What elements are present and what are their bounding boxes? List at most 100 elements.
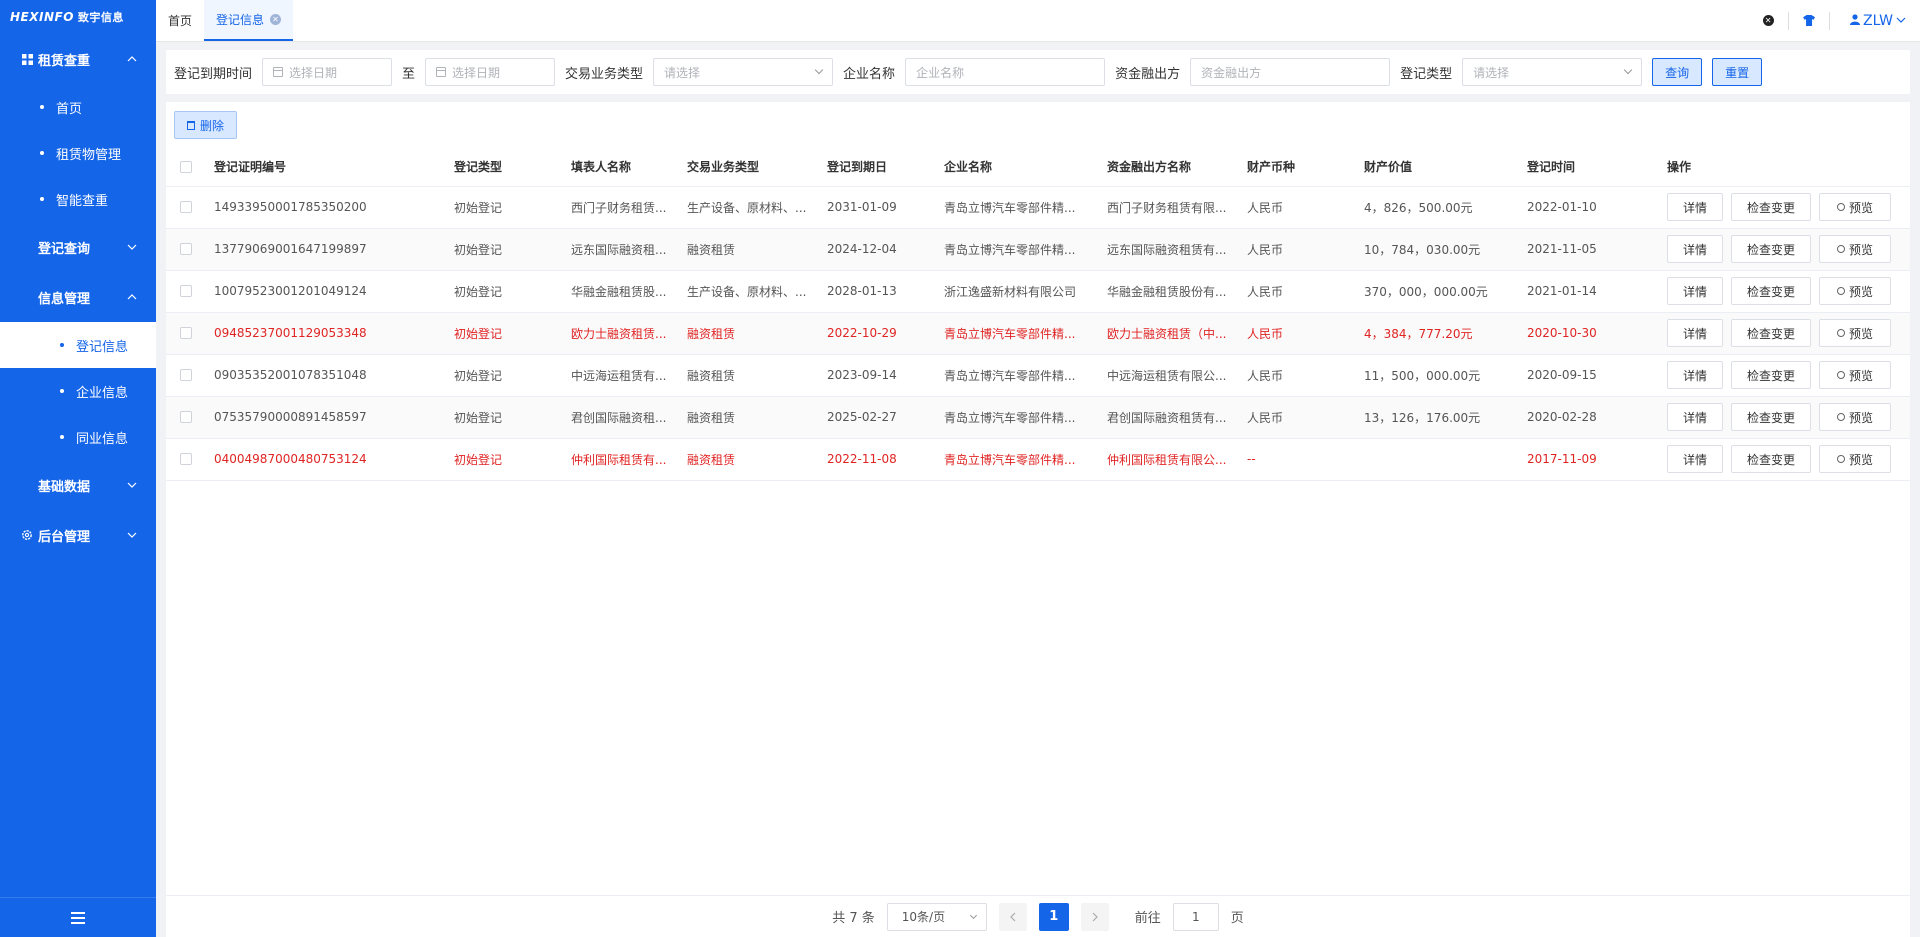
preview-button[interactable]: 预览	[1819, 319, 1891, 347]
detail-button[interactable]: 详情	[1667, 235, 1723, 263]
sidebar-item-registration-info[interactable]: 登记信息	[0, 322, 156, 368]
goto-label: 前往	[1134, 911, 1161, 926]
funder-input[interactable]: 资金融出方	[1190, 58, 1391, 86]
tab-home[interactable]: 首页	[156, 0, 204, 41]
column-header: 登记时间	[1527, 148, 1667, 187]
detail-button[interactable]: 详情	[1667, 319, 1723, 347]
preview-button[interactable]: 预览	[1819, 361, 1891, 389]
delete-button[interactable]: 删除	[174, 111, 238, 139]
pagination: 共 7 条 10条/页 1 前往 页	[166, 895, 1910, 937]
check-change-button[interactable]: 检查变更	[1731, 403, 1811, 431]
menu-group-base-data[interactable]: 基础数据	[0, 460, 156, 510]
search-icon	[1836, 245, 1845, 253]
sidebar-item-home[interactable]: 首页	[0, 84, 156, 130]
check-change-button[interactable]: 检查变更	[1731, 277, 1811, 305]
next-page-button[interactable]	[1080, 902, 1109, 931]
check-change-button[interactable]: 检查变更	[1731, 235, 1811, 263]
detail-button[interactable]: 详情	[1667, 445, 1723, 473]
preview-button[interactable]: 预览	[1819, 193, 1891, 221]
row-checkbox[interactable]	[180, 453, 192, 465]
preview-button[interactable]: 预览	[1819, 277, 1891, 305]
menu-group-label: 租赁查重	[38, 53, 91, 69]
grid-icon	[20, 53, 34, 65]
reg-type-label: 登记类型	[1400, 66, 1453, 82]
column-header: 登记证明编号	[214, 148, 454, 187]
tab-registration-info[interactable]: 登记信息 ✕	[204, 0, 294, 41]
row-select-cell	[166, 396, 214, 439]
top-bar: 首页 登记信息 ✕ ✕ ZLW	[156, 0, 1920, 42]
check-change-button[interactable]: 检查变更	[1731, 361, 1811, 389]
chevron-up-icon	[126, 53, 138, 65]
table-row: 09035352001078351048 初始登记 中远海运租赁有... 融资租赁 20…	[166, 354, 1910, 397]
search-icon	[1836, 371, 1845, 379]
reg-type-select[interactable]: 请选择	[1462, 58, 1643, 86]
check-change-button[interactable]: 检查变更	[1731, 445, 1811, 473]
reset-button[interactable]: 重置	[1712, 58, 1763, 86]
expire-date-cell: 2022-10-29	[827, 312, 944, 355]
chevron-right-icon	[1092, 912, 1098, 921]
detail-button[interactable]: 详情	[1667, 193, 1723, 221]
close-all-button[interactable]: ✕	[1748, 15, 1788, 26]
close-icon[interactable]: ✕	[270, 14, 282, 25]
row-checkbox[interactable]	[180, 201, 192, 213]
check-change-button[interactable]: 检查变更	[1731, 319, 1811, 347]
detail-button[interactable]: 详情	[1667, 361, 1723, 389]
main-content: 删除 登记证明编号 登记类型 填表人名称 交易业务类型 登记到期日 企业名称 资…	[166, 102, 1910, 895]
row-checkbox[interactable]	[180, 369, 192, 381]
menu-group-registration-query[interactable]: 登记查询	[0, 222, 156, 272]
reg-time-cell: 2021-11-05	[1527, 228, 1667, 271]
row-checkbox[interactable]	[180, 327, 192, 339]
preview-button[interactable]: 预览	[1819, 403, 1891, 431]
prev-page-button[interactable]	[998, 902, 1027, 931]
reg-time-cell: 2017-11-09	[1527, 438, 1667, 481]
query-button[interactable]: 查询	[1652, 58, 1703, 86]
funder-cell: 君创国际融资租赁有...	[1107, 396, 1247, 439]
sidebar-item-company-info[interactable]: 企业信息	[0, 368, 156, 414]
preview-button[interactable]: 预览	[1819, 445, 1891, 473]
biz-type-placeholder: 请选择	[664, 65, 701, 80]
goto-page-input[interactable]	[1172, 902, 1219, 931]
filter-bar: 登记到期时间 选择日期 至 选择日期 交易业务类型 请选择 企业名称 企业名称 …	[166, 50, 1910, 94]
sidebar-item-smart-check[interactable]: 智能查重	[0, 176, 156, 222]
preview-button-label: 预览	[1848, 452, 1873, 467]
column-header: 交易业务类型	[687, 148, 827, 187]
cert-number-cell: 10079523001201049124	[214, 270, 454, 313]
date-end-placeholder: 选择日期	[452, 65, 501, 80]
date-start-picker[interactable]: 选择日期	[262, 58, 393, 86]
chevron-down-icon	[126, 479, 138, 491]
page-number-current[interactable]: 1	[1038, 902, 1069, 931]
detail-button[interactable]: 详情	[1667, 403, 1723, 431]
menu-group-info-management[interactable]: 信息管理	[0, 272, 156, 322]
detail-button[interactable]: 详情	[1667, 277, 1723, 305]
row-checkbox[interactable]	[180, 243, 192, 255]
select-all-checkbox[interactable]	[180, 160, 192, 173]
preview-button[interactable]: 预览	[1819, 235, 1891, 263]
company-input[interactable]: 企业名称	[905, 58, 1106, 86]
currency-cell: 人民币	[1247, 396, 1364, 439]
circle-close-icon: ✕	[1762, 15, 1774, 26]
biz-type-cell: 融资租赁	[687, 228, 827, 271]
menu-group-admin[interactable]: 后台管理	[0, 510, 156, 560]
company-cell: 浙江逸盛新材料有限公司	[944, 270, 1107, 313]
reg-type-cell: 初始登记	[454, 438, 571, 481]
check-change-button[interactable]: 检查变更	[1731, 193, 1811, 221]
company-label: 企业名称	[843, 66, 896, 82]
menu-group-lease-check[interactable]: 租赁查重	[0, 34, 156, 84]
user-menu[interactable]: ZLW	[1830, 13, 1906, 29]
company-cell: 青岛立博汽车零部件精...	[944, 186, 1107, 229]
date-end-picker[interactable]: 选择日期	[425, 58, 556, 86]
theme-button[interactable]	[1789, 15, 1829, 26]
sidebar-item-lease-items[interactable]: 租赁物管理	[0, 130, 156, 176]
sidebar-item-peer-info[interactable]: 同业信息	[0, 414, 156, 460]
company-cell: 青岛立博汽车零部件精...	[944, 312, 1107, 355]
biz-type-select[interactable]: 请选择	[653, 58, 834, 86]
preview-button-label: 预览	[1848, 326, 1873, 341]
sidebar-item-label: 同业信息	[76, 431, 129, 447]
row-checkbox[interactable]	[180, 285, 192, 297]
row-checkbox[interactable]	[180, 411, 192, 423]
preview-button-label: 预览	[1848, 368, 1873, 383]
page-size-select[interactable]: 10条/页	[886, 902, 987, 931]
column-header: 登记到期日	[827, 148, 944, 187]
biz-type-cell: 融资租赁	[687, 312, 827, 355]
collapse-menu-button[interactable]	[0, 897, 156, 937]
